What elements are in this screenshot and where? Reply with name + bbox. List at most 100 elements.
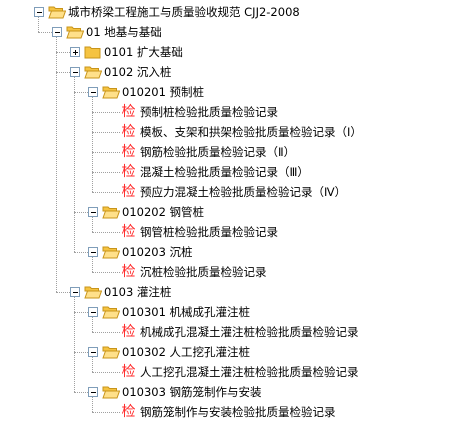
tree-node-label[interactable]: 0103 灌注桩 [104,282,171,302]
tree-view[interactable]: 城市桥梁工程施工与质量验收规范 CJJ2-2008 01 地基与基础 0101 扩大… [0,0,449,423]
tree-connector-line [56,72,70,73]
tree-guide-line [74,297,75,392]
tree-record-node[interactable]: 检预制桩检验批质量检验记录 [0,102,449,122]
collapse-toggle-icon[interactable] [88,87,98,97]
tree-folder-node[interactable]: 010202 钢管桩 [0,202,449,222]
folder-open-icon [102,245,121,259]
tree-record-node[interactable]: 检人工挖孔混凝土灌注桩检验批质量检验记录 [0,362,449,382]
tree-guide-line [92,317,93,332]
tree-record-node[interactable]: 检钢管桩检验批质量检验记录 [0,222,449,242]
tree-node-label[interactable]: 010201 预制桩 [122,82,204,102]
tree-guide-line [92,397,93,412]
tree-folder-node[interactable]: 010203 沉桩 [0,242,449,262]
folder-open-icon [66,25,85,39]
tree-node-label[interactable]: 模板、支架和拱架检验批质量检验记录（Ⅰ） [140,122,362,142]
tree-connector-line [56,52,70,53]
folder-open-icon [84,65,103,79]
tree-guide-line [74,77,75,252]
tree-connector-line [74,252,88,253]
tree-folder-node[interactable]: 010302 人工挖孔灌注桩 [0,342,449,362]
tree-node-label[interactable]: 010302 人工挖孔灌注桩 [122,342,250,362]
collapse-toggle-icon[interactable] [70,287,80,297]
tree-node-label[interactable]: 预制桩检验批质量检验记录 [140,102,278,122]
tree-node-label[interactable]: 沉桩检验批质量检验记录 [140,262,267,282]
tree-record-node[interactable]: 检模板、支架和拱架检验批质量检验记录（Ⅰ） [0,122,449,142]
tree-record-node[interactable]: 检沉桩检验批质量检验记录 [0,262,449,282]
tree-node-label[interactable]: 010203 沉桩 [122,242,193,262]
tree-folder-node[interactable]: 010201 预制桩 [0,82,449,102]
tree-folder-node[interactable]: 010303 钢筋笼制作与安装 [0,382,449,402]
tree-record-node[interactable]: 检混凝土检验批质量检验记录（Ⅲ） [0,162,449,182]
tree-node-label[interactable]: 010301 机械成孔灌注桩 [122,302,250,322]
tree-connector-line [92,272,120,273]
tree-record-node[interactable]: 检预应力混凝土检验批质量检验记录（Ⅳ） [0,182,449,202]
tree-node-label[interactable]: 0101 扩大基础 [104,42,183,62]
tree-connector-line [74,352,88,353]
inspection-record-icon: 检 [121,104,136,120]
folder-open-icon [48,5,67,19]
tree-folder-node[interactable]: 城市桥梁工程施工与质量验收规范 CJJ2-2008 [0,2,449,22]
tree-record-node[interactable]: 检钢筋笼制作与安装检验批质量检验记录 [0,402,449,422]
tree-node-label[interactable]: 010303 钢筋笼制作与安装 [122,382,262,402]
tree-connector-line [92,412,120,413]
folder-open-icon [84,285,103,299]
folder-open-icon [102,305,121,319]
tree-node-label[interactable]: 钢管桩检验批质量检验记录 [140,222,278,242]
tree-connector-line [74,312,88,313]
inspection-record-icon: 检 [121,164,136,180]
inspection-record-icon: 检 [121,364,136,380]
tree-node-label[interactable]: 预应力混凝土检验批质量检验记录（Ⅳ） [140,182,346,202]
tree-guide-line [56,37,57,292]
tree-record-node[interactable]: 检钢筋检验批质量检验记录（Ⅱ） [0,142,449,162]
tree-connector-line [74,392,88,393]
inspection-record-icon: 检 [121,404,136,420]
tree-node-label[interactable]: 010202 钢管桩 [122,202,204,222]
collapse-toggle-icon[interactable] [88,247,98,257]
collapse-toggle-icon[interactable] [88,307,98,317]
collapse-toggle-icon[interactable] [52,27,62,37]
tree-node-label[interactable]: 0102 沉入桩 [104,62,171,82]
collapse-toggle-icon[interactable] [70,67,80,77]
tree-node-label[interactable]: 城市桥梁工程施工与质量验收规范 CJJ2-2008 [68,2,300,22]
tree-connector-line [92,332,120,333]
tree-guide-line [92,257,93,272]
tree-folder-node[interactable]: 01 地基与基础 [0,22,449,42]
tree-connector-line [56,292,70,293]
expand-toggle-icon[interactable] [70,47,80,57]
tree-node-label[interactable]: 机械成孔混凝土灌注桩检验批质量检验记录 [140,322,359,342]
collapse-toggle-icon[interactable] [88,207,98,217]
tree-node-label[interactable]: 01 地基与基础 [86,22,162,42]
tree-connector-line [92,232,120,233]
inspection-record-icon: 检 [121,124,136,140]
inspection-record-icon: 检 [121,324,136,340]
tree-node-label[interactable]: 人工挖孔混凝土灌注桩检验批质量检验记录 [140,362,359,382]
collapse-toggle-icon[interactable] [34,7,44,17]
tree-record-node[interactable]: 检机械成孔混凝土灌注桩检验批质量检验记录 [0,322,449,342]
tree-connector-line [38,32,52,33]
inspection-record-icon: 检 [121,144,136,160]
tree-guide-line [92,357,93,372]
tree-connector-line [74,212,88,213]
tree-connector-line [92,112,120,113]
tree-node-label[interactable]: 混凝土检验批质量检验记录（Ⅲ） [140,162,309,182]
folder-open-icon [102,385,121,399]
folder-open-icon [102,205,121,219]
tree-connector-line [92,172,120,173]
tree-guide-line [38,17,39,32]
inspection-record-icon: 检 [121,184,136,200]
tree-connector-line [74,92,88,93]
inspection-record-icon: 检 [121,264,136,280]
folder-closed-icon [84,45,102,59]
tree-connector-line [92,372,120,373]
inspection-record-icon: 检 [121,224,136,240]
tree-connector-line [92,152,120,153]
tree-folder-node[interactable]: 010301 机械成孔灌注桩 [0,302,449,322]
tree-node-label[interactable]: 钢筋笼制作与安装检验批质量检验记录 [140,402,336,422]
tree-guide-line [92,217,93,232]
tree-connector-line [92,192,120,193]
collapse-toggle-icon[interactable] [88,347,98,357]
collapse-toggle-icon[interactable] [88,387,98,397]
tree-node-label[interactable]: 钢筋检验批质量检验记录（Ⅱ） [140,142,295,162]
tree-guide-line [92,97,93,192]
folder-open-icon [102,345,121,359]
